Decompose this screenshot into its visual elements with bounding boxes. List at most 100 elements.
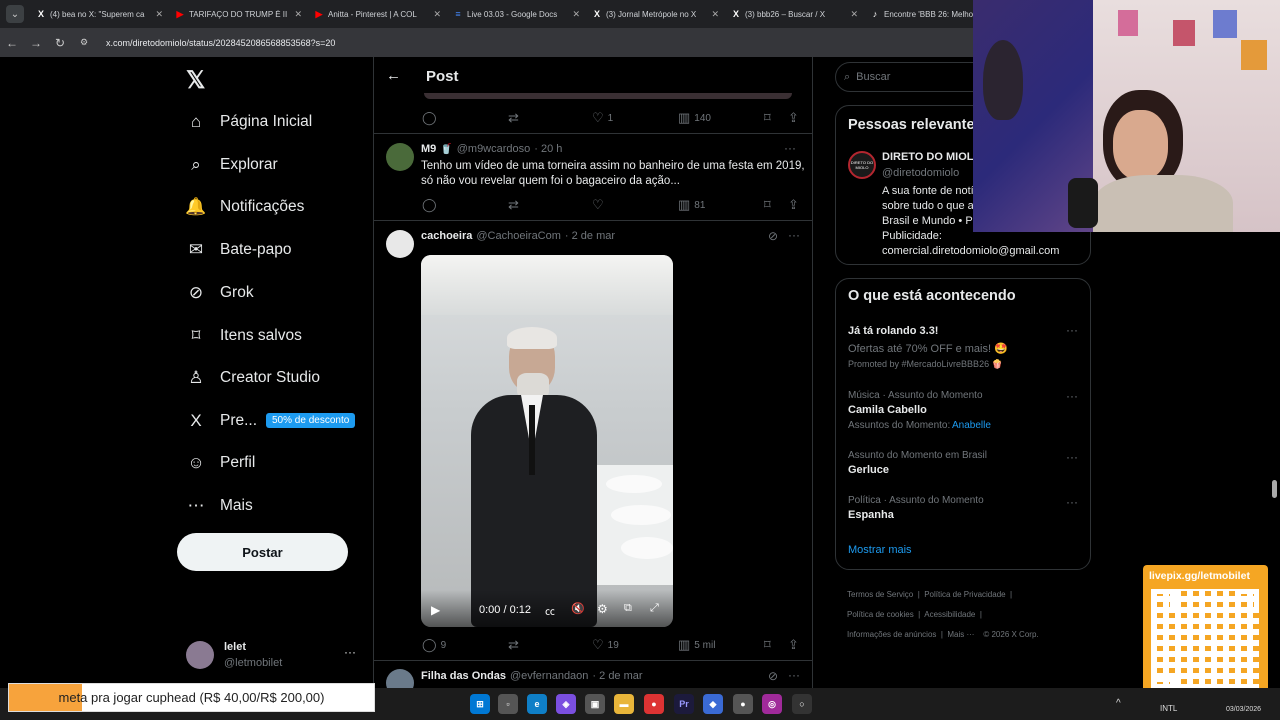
close-icon[interactable]: ✕ — [433, 9, 441, 20]
back-arrow-icon[interactable]: ← — [386, 67, 401, 84]
reload-icon[interactable]: ↻ — [48, 36, 72, 50]
more-icon[interactable]: ··· — [788, 228, 800, 242]
url-text[interactable]: x.com/diretodomiolo/status/2028452086568… — [106, 38, 335, 48]
copilot-icon[interactable]: ◈ — [556, 694, 576, 714]
share-button[interactable]: ⇪ — [788, 110, 799, 126]
grok-icon[interactable]: ⊘ — [768, 669, 778, 683]
more-icon[interactable]: ··· — [1066, 323, 1078, 337]
bookmark-button[interactable]: ⌑ — [764, 110, 771, 126]
close-icon[interactable]: ✕ — [850, 9, 858, 20]
browser-tab[interactable]: ▶ Anitta - Pinterest | A COL ✕ — [308, 0, 447, 28]
browser-tab[interactable]: X (3) bbb26 – Buscar / X ✕ — [725, 0, 864, 28]
fullscreen-icon[interactable]: ⤢ — [650, 602, 659, 615]
more-icon[interactable]: ··· — [788, 668, 800, 682]
user-handle[interactable]: @diretodomiolo — [882, 167, 959, 179]
timestamp[interactable]: · 2 de mar — [565, 230, 615, 242]
show-more-link[interactable]: Mostrar mais — [848, 544, 912, 556]
like-button[interactable]: ♡ 19 — [592, 637, 619, 653]
more-icon[interactable]: ··· — [1066, 450, 1078, 464]
post-button[interactable]: Postar — [177, 533, 348, 571]
obs-icon[interactable]: ◎ — [762, 694, 782, 714]
play-icon[interactable]: ▶ — [431, 603, 440, 617]
views-button[interactable]: ▥ 140 — [678, 110, 711, 126]
close-icon[interactable]: ✕ — [294, 9, 302, 20]
footer-link[interactable]: Política de cookies — [847, 610, 914, 619]
trend-name[interactable]: Camila Cabello — [848, 404, 927, 416]
footer-link[interactable]: Mais ··· — [947, 630, 974, 639]
user-handle[interactable]: @CachoeiraCom — [476, 230, 561, 242]
search-taskbar-icon[interactable]: ▫ — [498, 694, 518, 714]
app-icon[interactable]: ◆ — [703, 694, 723, 714]
bookmark-button[interactable]: ⌑ — [764, 197, 771, 213]
sidebar-item[interactable]: ⊘ Grok — [186, 278, 254, 308]
windows-start-icon[interactable]: ⊞ — [470, 694, 490, 714]
like-button[interactable]: ♡ 1 — [592, 110, 613, 126]
store-icon[interactable]: ▣ — [585, 694, 605, 714]
clock-date[interactable]: 03/03/2026 — [1226, 706, 1261, 713]
browser-tab[interactable]: X (4) bea no X: "Superem ca ✕ — [30, 0, 169, 28]
more-icon[interactable]: ··· — [1066, 389, 1078, 403]
avatar[interactable] — [386, 230, 414, 258]
pip-icon[interactable]: ⧉ — [624, 602, 632, 615]
sidebar-item[interactable]: ♙ Creator Studio — [186, 363, 320, 393]
video-player[interactable]: ▶ 0:00 / 0:12 ㏄ 🔇 ⚙ ⧉ ⤢ — [421, 255, 673, 627]
reply-button[interactable]: ◯ — [422, 197, 437, 213]
sidebar-item[interactable]: ⌂ Página Inicial — [186, 107, 312, 137]
tab-search-button[interactable]: ⌄ — [6, 5, 24, 23]
edge-icon[interactable]: e — [527, 694, 547, 714]
reply-button[interactable]: ◯ 9 — [422, 637, 446, 653]
search-input[interactable]: Buscar — [856, 71, 890, 83]
forward-icon[interactable]: → — [24, 36, 48, 50]
user-handle[interactable]: @evfernandaon — [510, 670, 588, 682]
footer-link[interactable]: Termos de Serviço — [847, 590, 913, 599]
footer-link[interactable]: Acessibilidade — [924, 610, 975, 619]
app-icon[interactable]: ○ — [792, 694, 812, 714]
trend-name[interactable]: Gerluce — [848, 464, 889, 476]
avatar[interactable] — [386, 143, 414, 171]
repost-button[interactable]: ⇄ — [508, 110, 519, 126]
share-button[interactable]: ⇪ — [788, 197, 799, 213]
share-button[interactable]: ⇪ — [788, 637, 799, 653]
footer-link[interactable]: Política de Privacidade — [924, 590, 1005, 599]
mute-icon[interactable]: 🔇 — [571, 602, 585, 615]
keyboard-layout[interactable]: INTL — [1160, 704, 1177, 713]
grok-icon[interactable]: ⊘ — [768, 229, 778, 243]
folder-icon[interactable]: ▬ — [614, 694, 634, 714]
reply-button[interactable]: ◯ — [422, 110, 437, 126]
browser-tab[interactable]: ▶ TARIFAÇO DO TRUMP É II ✕ — [169, 0, 308, 28]
like-button[interactable]: ♡ — [592, 197, 604, 213]
sidebar-item[interactable]: X Pre... — [186, 406, 257, 436]
user-handle[interactable]: @m9wcardoso — [457, 143, 531, 155]
trend-name[interactable]: Já tá rolando 3.3! — [848, 325, 938, 337]
more-icon[interactable]: ··· — [1066, 495, 1078, 509]
trend-name[interactable]: Espanha — [848, 509, 894, 521]
avatar[interactable]: DIRETO DO MIOLO — [848, 151, 876, 179]
sidebar-item[interactable]: ☺ Perfil — [186, 448, 255, 478]
x-logo-icon[interactable]: 𝕏 — [186, 66, 205, 95]
premiere-icon[interactable]: Pr — [674, 694, 694, 714]
trend-link[interactable]: Anabelle — [952, 420, 991, 431]
mic-app-icon[interactable]: ● — [733, 694, 753, 714]
close-icon[interactable]: ✕ — [572, 9, 580, 20]
close-icon[interactable]: ✕ — [155, 9, 163, 20]
scrollbar-thumb[interactable] — [1272, 480, 1277, 498]
more-icon[interactable]: ··· — [784, 141, 796, 155]
timestamp[interactable]: · 20 h — [534, 143, 562, 155]
bookmark-button[interactable]: ⌑ — [764, 637, 771, 653]
settings-icon[interactable]: ⚙ — [597, 602, 608, 616]
repost-button[interactable]: ⇄ — [508, 197, 519, 213]
avatar[interactable] — [186, 641, 214, 669]
back-icon[interactable]: ← — [0, 36, 24, 50]
footer-link[interactable]: Informações de anúncios — [847, 630, 936, 639]
sidebar-item[interactable]: ✉ Bate-papo — [186, 235, 292, 265]
timestamp[interactable]: · 2 de mar — [592, 670, 642, 682]
sidebar-item[interactable]: ⌑ Itens salvos — [186, 321, 302, 351]
user-name[interactable]: cachoeira — [421, 230, 472, 242]
promoted-label[interactable]: Promoted by #MercadoLivreBBB26 🍿 — [848, 359, 1003, 370]
repost-button[interactable]: ⇄ — [508, 637, 519, 653]
browser-tab[interactable]: ≡ Live 03.03 - Google Docs ✕ — [447, 0, 586, 28]
sidebar-item[interactable]: 🔔 Notificações — [185, 192, 304, 222]
user-name[interactable]: Filha das Ondas — [421, 670, 506, 682]
account-more-icon[interactable]: ··· — [344, 645, 356, 659]
browser-tab[interactable]: X (3) Jornal Metrópole no X ✕ — [586, 0, 725, 28]
